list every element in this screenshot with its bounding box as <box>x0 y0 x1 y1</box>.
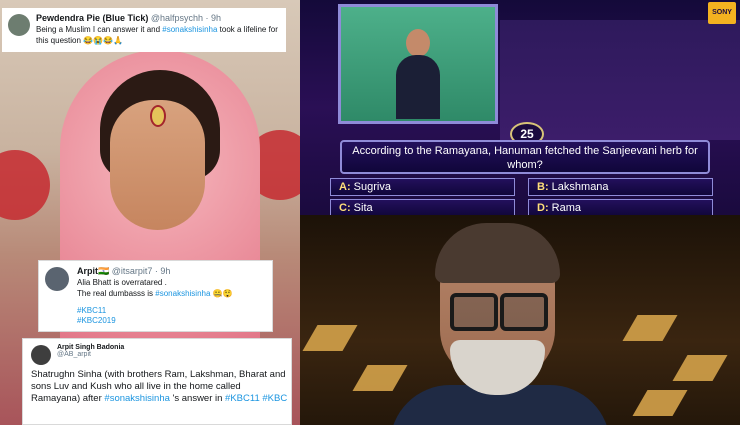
host-hair <box>435 223 560 283</box>
background-pattern <box>302 325 358 351</box>
video-screen <box>338 4 498 124</box>
studio-stage <box>500 20 740 140</box>
hashtag-link[interactable]: #sonakshisinha <box>162 25 217 34</box>
glasses-left-lens <box>450 293 498 331</box>
option-d[interactable]: D: Rama <box>528 199 713 215</box>
background-pattern <box>622 315 678 341</box>
tweet-author[interactable]: Arpit🇮🇳 @itsarpit7 · 9h <box>77 266 170 277</box>
option-b[interactable]: B: Lakshmana <box>528 178 713 196</box>
hashtag-link[interactable]: #sonakshisinha <box>155 289 210 298</box>
hashtag-link[interactable]: #KBC <box>262 393 287 404</box>
tweet-text: Shatrughn Sinha (with brothers Ram, Laks… <box>31 369 288 404</box>
maang-tikka <box>150 105 166 127</box>
tweet-author[interactable]: Pewdendra Pie (Blue Tick) @halfpsychh · … <box>36 13 221 23</box>
hashtag-link[interactable]: #sonakshisinha <box>104 393 170 404</box>
tweet-text: Alia Bhatt is overratared . The real dum… <box>77 278 269 327</box>
tweet-text: Being a Muslim I can answer it and #sona… <box>36 25 278 45</box>
hashtag-link[interactable]: #KBC11 <box>225 393 260 404</box>
background-pattern <box>672 355 728 381</box>
host-closeup-panel <box>300 215 740 425</box>
channel-logo: SONY <box>708 2 736 24</box>
background-turban <box>0 150 50 220</box>
option-c[interactable]: C: Sita <box>330 199 515 215</box>
hashtag-link[interactable]: #KBC2019 <box>77 316 269 327</box>
glasses-right-lens <box>500 293 548 331</box>
avatar[interactable] <box>8 14 30 36</box>
avatar[interactable] <box>45 267 69 291</box>
screen-person <box>396 29 440 119</box>
kbc-question-panel: SONY 25 According to the Ramayana, Hanum… <box>300 0 740 215</box>
avatar[interactable] <box>31 345 51 365</box>
hashtag-link[interactable]: #KBC11 <box>77 306 269 317</box>
tweet-card-3: Arpit Singh Badonia @AB_arpit Shatrughn … <box>22 338 292 425</box>
option-a[interactable]: A: Sugriva <box>330 178 515 196</box>
left-photo-panel: Pewdendra Pie (Blue Tick) @halfpsychh · … <box>0 0 300 425</box>
background-pattern <box>352 365 408 391</box>
question-box: According to the Ramayana, Hanuman fetch… <box>340 140 710 174</box>
tweet-author[interactable]: Arpit Singh Badonia @AB_arpit <box>57 344 124 358</box>
tweet-card-2: Arpit🇮🇳 @itsarpit7 · 9h Alia Bhatt is ov… <box>38 260 273 332</box>
tweet-card-1: Pewdendra Pie (Blue Tick) @halfpsychh · … <box>2 8 286 52</box>
background-pattern <box>632 390 688 416</box>
